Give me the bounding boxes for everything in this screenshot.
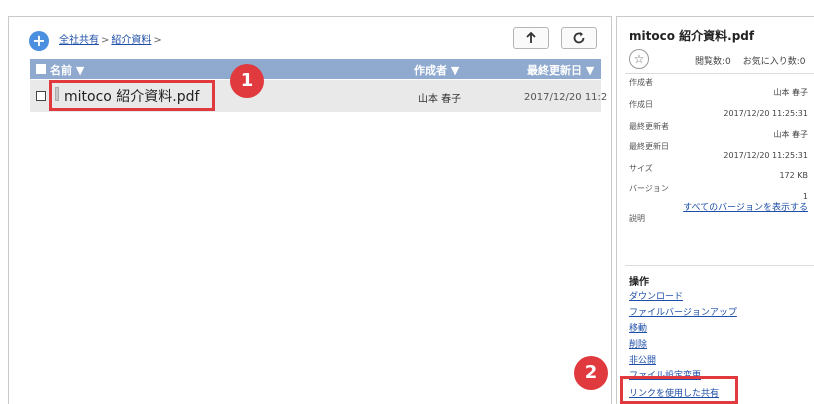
favorites-count: お気に入り数:0 bbox=[742, 57, 806, 67]
breadcrumb-item-company-shared[interactable]: 全社共有 bbox=[59, 35, 99, 46]
breadcrumb-separator: > bbox=[101, 35, 110, 46]
description-label: 説明 bbox=[629, 214, 645, 223]
step-badge-2: 2 bbox=[574, 356, 608, 390]
size-label: サイズ bbox=[629, 164, 653, 173]
file-list-panel: + 全社共有 > 紹介資料 > 名前 ▼ 作成者 ▼ 最終更新日 ▼ mitoco 紹… bbox=[8, 16, 612, 404]
last-updated-value: 2017/12/20 11:25:31 bbox=[723, 151, 808, 160]
column-header-author[interactable]: 作成者 ▼ bbox=[414, 62, 459, 78]
divider bbox=[625, 73, 814, 74]
version-label: バージョン bbox=[629, 184, 669, 193]
size-value: 172 KB bbox=[779, 171, 808, 180]
select-all-checkbox[interactable] bbox=[36, 64, 46, 74]
operations-title: 操作 bbox=[629, 277, 649, 288]
file-details-panel: mitoco 紹介資料.pdf ☆ 閲覧数:0 お気に入り数:0 作成者 山本 春… bbox=[616, 16, 814, 404]
all-versions-link[interactable]: すべてのバージョンを表示する bbox=[683, 200, 808, 213]
last-updated-label: 最終更新日 bbox=[629, 142, 669, 151]
file-updated-date: 2017/12/20 11:2 bbox=[524, 92, 608, 103]
breadcrumb-item-intro-materials[interactable]: 紹介資料 bbox=[111, 35, 151, 46]
file-table-header: 名前 ▼ 作成者 ▼ 最終更新日 ▼ bbox=[30, 59, 601, 79]
file-author: 山本 春子 bbox=[418, 94, 462, 105]
created-value: 2017/12/20 11:25:31 bbox=[723, 109, 808, 118]
refresh-button[interactable] bbox=[561, 27, 597, 49]
refresh-icon bbox=[573, 32, 585, 44]
last-updater-label: 最終更新者 bbox=[629, 122, 669, 131]
add-button[interactable]: + bbox=[29, 31, 49, 51]
arrow-up-icon bbox=[526, 31, 536, 43]
creator-value: 山本 春子 bbox=[773, 88, 808, 97]
divider bbox=[625, 265, 814, 266]
step-badge-1: 1 bbox=[230, 64, 264, 98]
private-link[interactable]: 非公開 bbox=[629, 353, 656, 366]
up-folder-button[interactable] bbox=[513, 27, 549, 49]
breadcrumb-separator: > bbox=[153, 35, 162, 46]
highlight-box-share-link bbox=[620, 376, 738, 404]
last-updater-value: 山本 春子 bbox=[773, 130, 808, 139]
version-up-link[interactable]: ファイルバージョンアップ bbox=[629, 305, 737, 318]
star-icon: ☆ bbox=[633, 52, 645, 66]
row-checkbox[interactable] bbox=[36, 91, 46, 101]
move-link[interactable]: 移動 bbox=[629, 321, 647, 334]
breadcrumb: 全社共有 > 紹介資料 > bbox=[59, 31, 164, 46]
creator-label: 作成者 bbox=[629, 78, 653, 87]
column-header-name[interactable]: 名前 ▼ bbox=[50, 62, 84, 78]
column-header-updated[interactable]: 最終更新日 ▼ bbox=[527, 62, 594, 78]
file-stats: 閲覧数:0 お気に入り数:0 bbox=[695, 54, 806, 67]
created-label: 作成日 bbox=[629, 100, 653, 109]
delete-link[interactable]: 削除 bbox=[629, 337, 647, 350]
views-count: 閲覧数:0 bbox=[695, 57, 731, 67]
details-title: mitoco 紹介資料.pdf bbox=[629, 29, 755, 43]
download-link[interactable]: ダウンロード bbox=[629, 289, 683, 302]
highlight-box-file bbox=[49, 80, 215, 111]
plus-icon: + bbox=[32, 31, 46, 50]
favorite-button[interactable]: ☆ bbox=[629, 49, 649, 69]
